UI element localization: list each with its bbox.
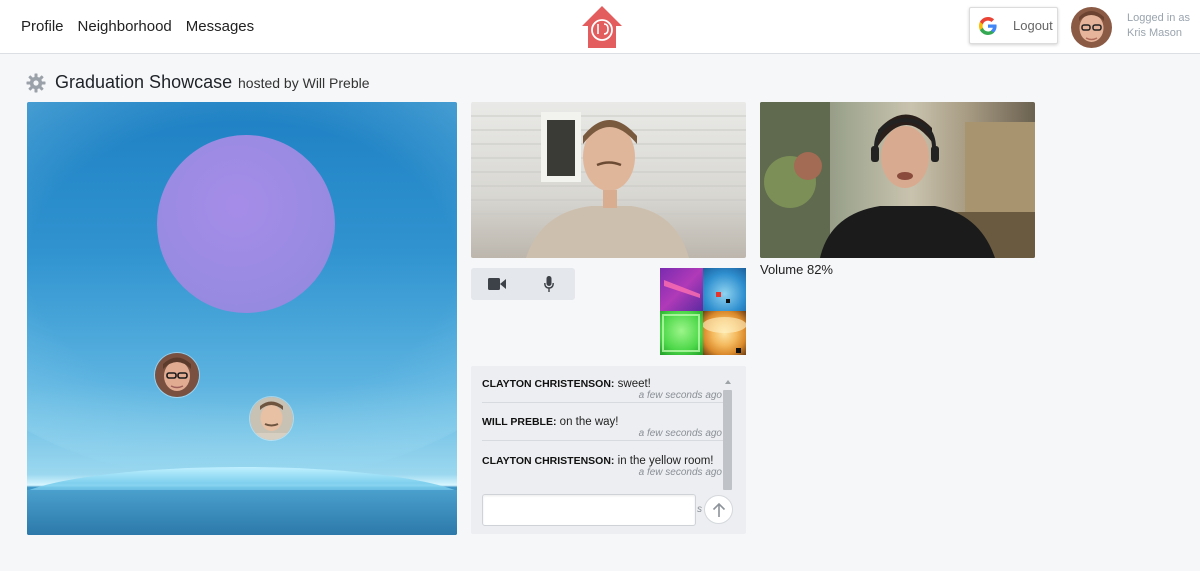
chat-divider bbox=[482, 402, 724, 403]
map-tile-art bbox=[702, 317, 747, 353]
nav-profile[interactable]: Profile bbox=[21, 18, 64, 35]
host-label: hosted by Will Preble bbox=[238, 75, 370, 91]
gear-icon[interactable] bbox=[26, 73, 46, 93]
participant-avatar[interactable] bbox=[155, 353, 199, 397]
logout-label: Logout bbox=[1013, 18, 1053, 33]
chat-message: WILL PREBLE: on the way! a few seconds a… bbox=[482, 416, 724, 441]
chat-text: in the yellow room! bbox=[614, 455, 714, 467]
page-title: Graduation Showcase bbox=[55, 72, 233, 92]
room-map-tile[interactable] bbox=[660, 268, 703, 311]
chat-sender: CLAYTON CHRISTENSON: bbox=[482, 455, 615, 467]
chat-text: sweet! bbox=[614, 378, 651, 390]
scroll-up-arrow[interactable] bbox=[725, 380, 731, 384]
chat-divider bbox=[482, 440, 724, 441]
participant-avatar[interactable] bbox=[250, 397, 293, 440]
chat-timestamp: a few seconds ago bbox=[638, 390, 722, 401]
avatar[interactable] bbox=[1071, 7, 1112, 48]
video-frame bbox=[471, 112, 746, 258]
room-map-tile[interactable] bbox=[660, 311, 703, 355]
chat-message-list: CLAYTON CHRISTENSON: sweet! a few second… bbox=[471, 366, 725, 486]
participant-video bbox=[760, 102, 1035, 258]
user-photo bbox=[1071, 7, 1112, 48]
top-bar: Profile Neighborhood Messages Logout Log… bbox=[0, 0, 1200, 54]
chat-message: CLAYTON CHRISTENSON: sweet! a few second… bbox=[482, 378, 724, 403]
house-logo-icon[interactable] bbox=[580, 4, 624, 50]
room-orb bbox=[157, 135, 335, 313]
chat-message: CLAYTON CHRISTENSON: in the yellow room!… bbox=[482, 455, 724, 478]
avatar-photo bbox=[250, 397, 293, 440]
chat-timestamp: a few seconds ago bbox=[638, 467, 722, 478]
logout-button[interactable]: Logout bbox=[969, 7, 1058, 44]
room-map-tile[interactable] bbox=[702, 311, 747, 355]
chat-input[interactable] bbox=[482, 494, 696, 526]
chat-timestamp: a few seconds ago bbox=[638, 428, 722, 439]
room-map bbox=[660, 268, 747, 355]
chat-sender: CLAYTON CHRISTENSON: bbox=[482, 378, 615, 390]
chat-message-line: WILL PREBLE: on the way! bbox=[482, 416, 724, 428]
chat-overflow-text: s bbox=[697, 504, 702, 515]
chat-message-line: CLAYTON CHRISTENSON: in the yellow room! bbox=[482, 455, 724, 467]
login-status: Logged in as bbox=[1127, 12, 1190, 24]
chat-sender: WILL PREBLE: bbox=[482, 416, 557, 428]
media-controls bbox=[471, 268, 575, 300]
user-name: Kris Mason bbox=[1127, 27, 1183, 39]
room-view[interactable] bbox=[27, 102, 457, 535]
map-tile-art bbox=[664, 280, 700, 298]
map-tile-art bbox=[662, 314, 700, 352]
login-info: Logged in as Kris Mason bbox=[1127, 11, 1190, 41]
google-icon bbox=[979, 16, 997, 35]
main-nav: Profile Neighborhood Messages bbox=[21, 18, 254, 35]
video-camera-icon bbox=[488, 278, 506, 290]
participant-video bbox=[471, 102, 746, 258]
map-tile-art bbox=[716, 292, 730, 303]
camera-toggle-button[interactable] bbox=[471, 268, 523, 300]
microphone-icon bbox=[544, 276, 554, 292]
chat-scrollbar[interactable] bbox=[723, 390, 732, 490]
nav-neighborhood[interactable]: Neighborhood bbox=[78, 18, 172, 35]
microphone-toggle-button[interactable] bbox=[523, 268, 575, 300]
arrow-up-icon bbox=[712, 502, 725, 517]
room-map-tile[interactable] bbox=[703, 268, 746, 311]
send-button[interactable] bbox=[704, 495, 733, 524]
room-floor bbox=[27, 490, 457, 535]
nav-messages[interactable]: Messages bbox=[186, 18, 254, 35]
chat-text: on the way! bbox=[556, 416, 619, 428]
chat-message-line: CLAYTON CHRISTENSON: sweet! bbox=[482, 378, 724, 390]
volume-label: Volume 82% bbox=[760, 262, 833, 277]
video-frame bbox=[760, 102, 1035, 258]
avatar-photo bbox=[155, 353, 199, 397]
chat-panel: CLAYTON CHRISTENSON: sweet! a few second… bbox=[471, 366, 746, 534]
